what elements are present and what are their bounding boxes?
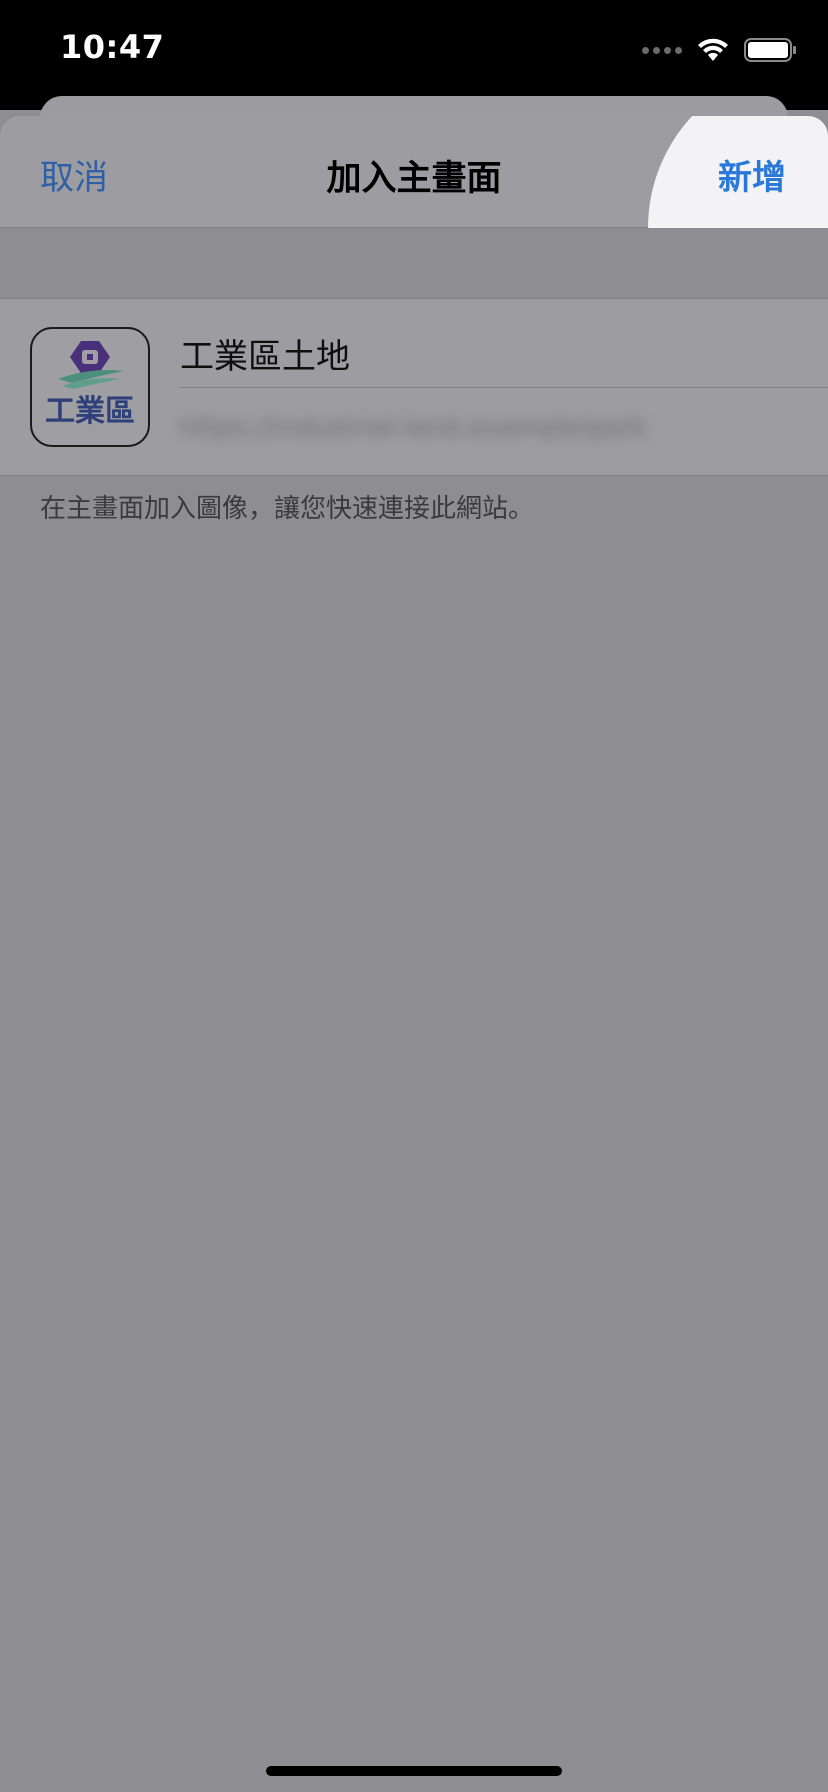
add-to-home-screen-sheet: 取消 加入主畫面 新增 工業區 https://industrial-land.… <box>0 116 828 1792</box>
section-spacer <box>0 228 828 298</box>
help-text: 在主畫面加入圖像，讓您快速連接此網站。 <box>40 494 535 524</box>
shortcut-form: 工業區 https://industrial-land.example/park <box>0 298 828 476</box>
status-time: 10:47 <box>60 28 165 66</box>
shortcut-name-input[interactable] <box>180 323 820 383</box>
cellular-signal-icon <box>642 46 682 54</box>
status-icons <box>642 36 798 64</box>
field-divider <box>180 387 828 388</box>
navigation-bar: 取消 加入主畫面 新增 <box>0 116 828 392</box>
home-indicator[interactable] <box>266 1766 562 1776</box>
app-icon-text: 工業區 <box>45 394 135 429</box>
wifi-icon <box>698 38 728 61</box>
add-button[interactable]: 新增 <box>718 150 786 199</box>
battery-icon <box>744 38 796 62</box>
app-icon: 工業區 <box>30 327 150 447</box>
status-bar: 10:47 <box>0 0 828 110</box>
shortcut-url: https://industrial-land.example/park <box>180 413 648 443</box>
